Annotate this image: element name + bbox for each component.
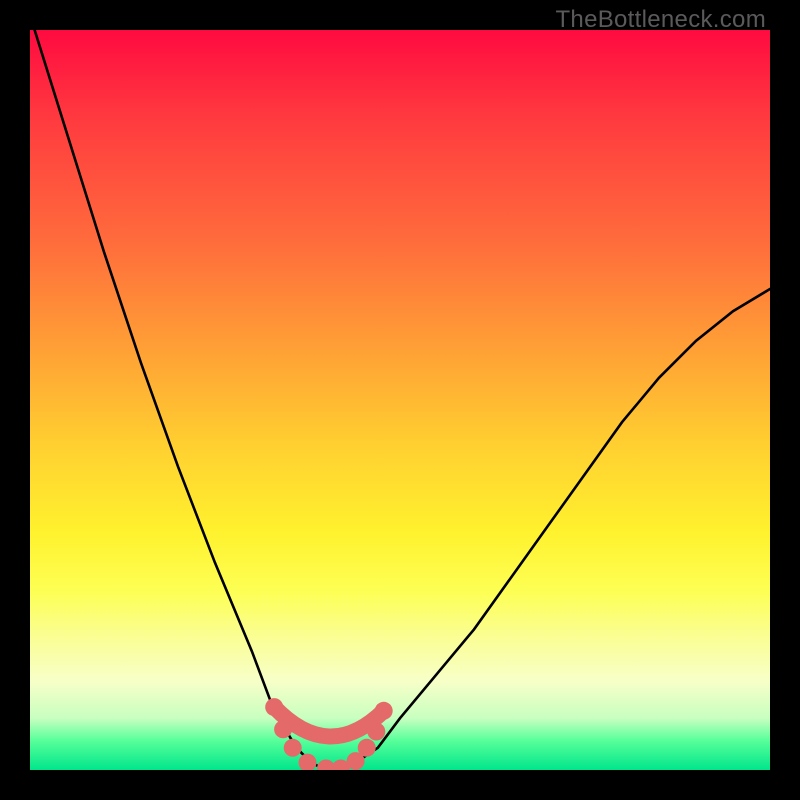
highlight-dot bbox=[358, 739, 376, 757]
highlight-dot bbox=[299, 754, 317, 770]
highlight-dot bbox=[265, 698, 283, 716]
highlight-dot bbox=[274, 720, 292, 738]
highlight-dot bbox=[284, 739, 302, 757]
gradient-plot-area bbox=[30, 30, 770, 770]
highlight-dot bbox=[375, 702, 393, 720]
curve-layer bbox=[30, 30, 770, 770]
bottleneck-curve bbox=[30, 30, 770, 770]
highlight-dots bbox=[265, 698, 393, 770]
watermark-text: TheBottleneck.com bbox=[555, 6, 766, 34]
chart-frame: TheBottleneck.com bbox=[0, 0, 800, 800]
highlight-dot bbox=[367, 723, 385, 741]
